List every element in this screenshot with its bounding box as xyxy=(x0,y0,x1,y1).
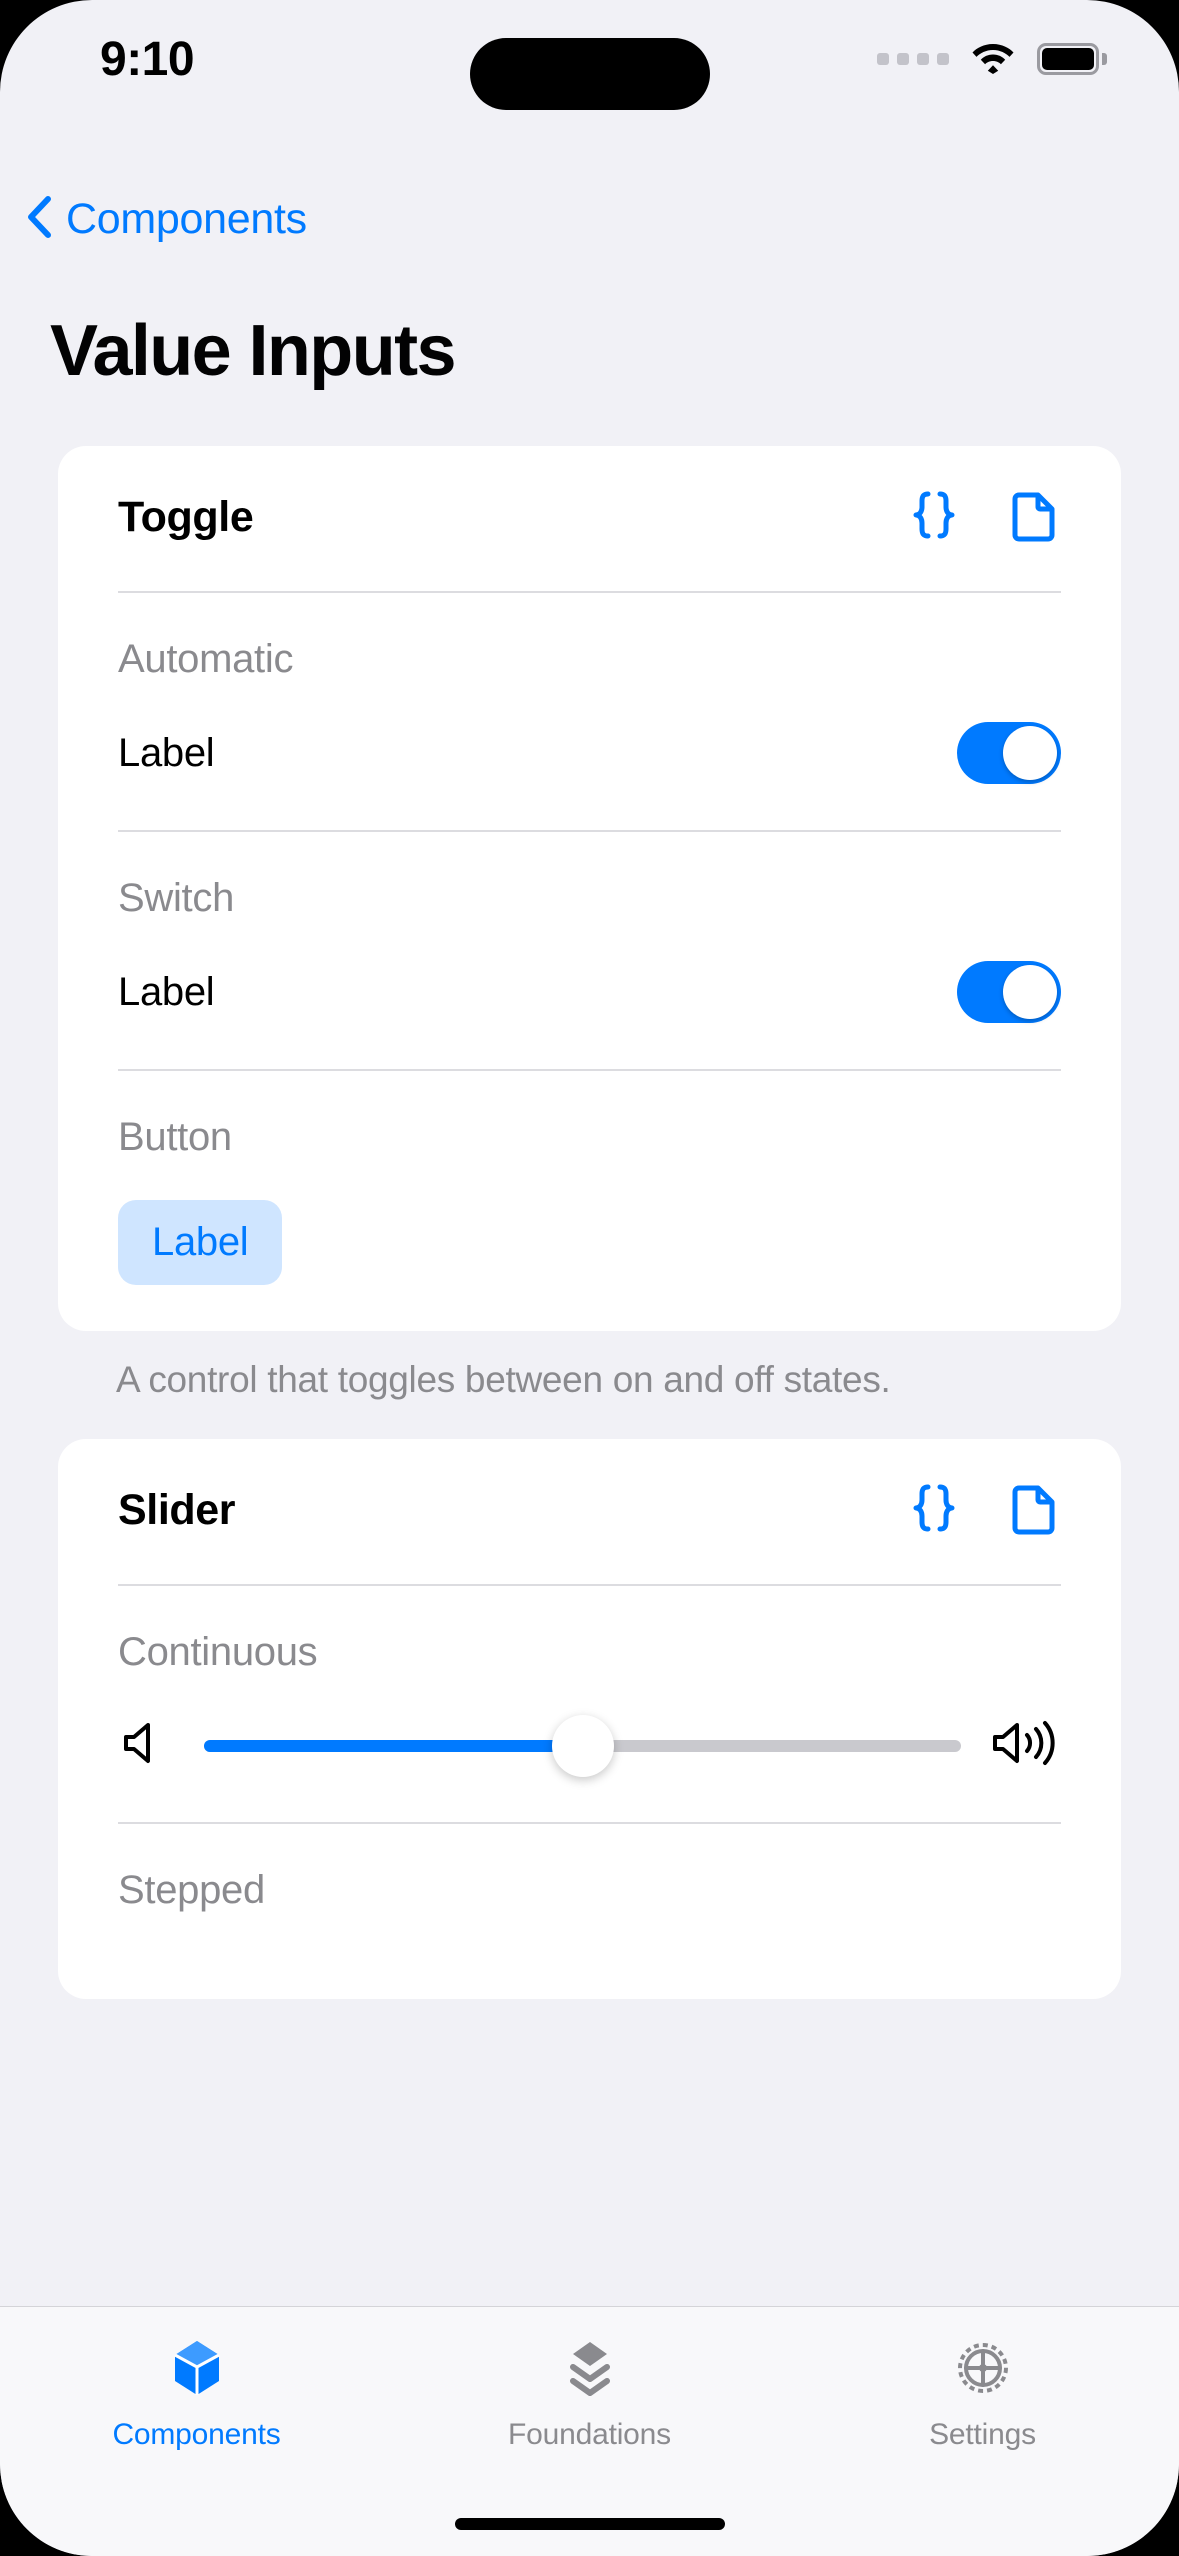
toggle-card: Toggle Automatic Label Switch Label Butt… xyxy=(58,446,1121,1331)
section-label: Continuous xyxy=(118,1630,318,1674)
section-automatic: Automatic Label xyxy=(58,593,1121,830)
chevron-left-icon xyxy=(26,196,52,243)
gear-icon xyxy=(952,2337,1014,2404)
tab-components[interactable]: Components xyxy=(2,2337,391,2452)
row-label: Label xyxy=(118,969,215,1014)
section-switch: Switch Label xyxy=(58,832,1121,1069)
row-label: Label xyxy=(118,730,215,775)
layers-icon xyxy=(559,2337,621,2404)
section-continuous: Continuous xyxy=(58,1586,1121,1822)
toggle-button-label[interactable]: Label xyxy=(118,1200,283,1285)
toggle-card-actions xyxy=(907,488,1061,547)
wifi-icon xyxy=(971,40,1015,79)
tab-foundations[interactable]: Foundations xyxy=(395,2337,784,2452)
signal-dots-icon xyxy=(877,53,949,65)
code-braces-icon[interactable] xyxy=(907,1481,961,1540)
section-stepped: Stepped xyxy=(58,1824,1121,1999)
section-label: Button xyxy=(118,1115,232,1159)
toggle-card-caption: A control that toggles between on and of… xyxy=(116,1359,891,1400)
document-icon[interactable] xyxy=(1007,1481,1061,1540)
back-button-label: Components xyxy=(66,195,307,243)
home-indicator xyxy=(454,2518,725,2530)
document-icon[interactable] xyxy=(1007,488,1061,547)
slider-row-continuous xyxy=(118,1714,1061,1777)
dynamic-island xyxy=(469,38,710,110)
speaker-min-icon xyxy=(118,1715,174,1776)
back-button[interactable]: Components xyxy=(26,195,307,244)
slider-track-continuous[interactable] xyxy=(204,1714,961,1777)
section-label: Switch xyxy=(118,876,235,920)
toggle-switch-automatic[interactable] xyxy=(957,722,1061,784)
code-braces-icon[interactable] xyxy=(907,488,961,547)
slider-card-actions xyxy=(907,1481,1061,1540)
battery-full-icon xyxy=(1037,43,1107,75)
page-title: Value Inputs xyxy=(50,311,456,391)
cube-icon xyxy=(166,2337,228,2404)
speaker-max-icon xyxy=(991,1715,1061,1776)
status-icons xyxy=(877,40,1107,79)
slider-card-header: Slider xyxy=(58,1439,1121,1584)
toggle-knob xyxy=(1003,965,1057,1019)
status-time: 9:10 xyxy=(100,32,195,86)
tab-label: Components xyxy=(112,2418,281,2451)
slider-card-title: Slider xyxy=(118,1486,236,1534)
tab-label: Foundations xyxy=(508,2418,671,2451)
status-bar: 9:10 xyxy=(0,0,1179,118)
slider-card: Slider Continuous Stepped xyxy=(58,1439,1121,1999)
tab-bar: Components Foundations Settings xyxy=(0,2306,1179,2556)
tab-settings[interactable]: Settings xyxy=(788,2337,1177,2452)
toggle-row-switch: Label xyxy=(118,961,1061,1023)
phone-screen: 9:10 Components Value Inputs Toggle Auto… xyxy=(0,0,1179,2556)
toggle-knob xyxy=(1003,726,1057,780)
slider-thumb[interactable] xyxy=(551,1714,614,1777)
toggle-row-automatic: Label xyxy=(118,722,1061,784)
scroll-content[interactable]: Toggle Automatic Label Switch Label Butt… xyxy=(0,446,1179,2556)
section-label: Stepped xyxy=(118,1868,265,1912)
section-label: Automatic xyxy=(118,637,294,681)
toggle-card-title: Toggle xyxy=(118,493,254,541)
slider-fill xyxy=(204,1739,583,1752)
tab-label: Settings xyxy=(929,2418,1036,2451)
section-button: Button Label xyxy=(58,1071,1121,1331)
toggle-card-header: Toggle xyxy=(58,446,1121,591)
toggle-switch-switch[interactable] xyxy=(957,961,1061,1023)
